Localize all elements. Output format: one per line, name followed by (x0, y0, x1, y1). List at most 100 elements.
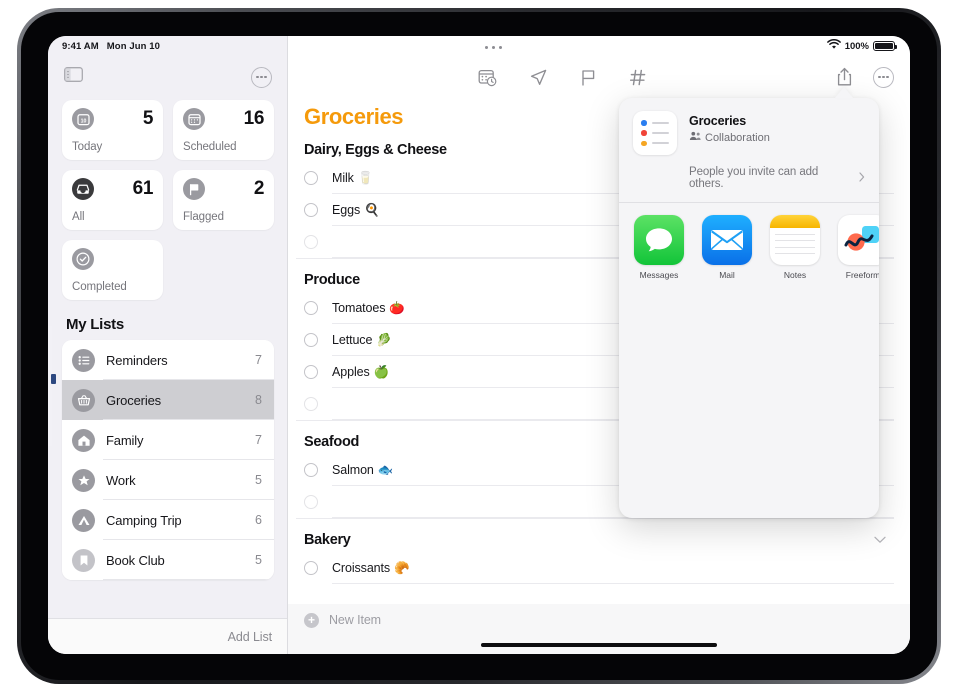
status-bar: 9:41 AM Mon Jun 10 100% (48, 36, 910, 56)
share-apps-row: Messages Mail Notes Freeform (619, 203, 879, 290)
section-header-label: Bakery (304, 532, 351, 548)
reminder-checkbox[interactable] (304, 495, 318, 509)
tent-icon (72, 508, 95, 532)
smart-lists-grid: 10 5 Today 16 Scheduled 61 All 2 Flagged Complete… (62, 100, 274, 300)
reminder-checkbox[interactable] (304, 235, 318, 249)
location-arrow-icon[interactable] (529, 68, 548, 87)
reminder-item-label: Eggs (332, 203, 361, 217)
reminder-item-emoji: 🥛 (357, 170, 374, 185)
hashtag-icon[interactable] (629, 68, 647, 87)
reminder-item-label: Salmon (332, 463, 374, 477)
list-bullet-icon (72, 348, 95, 372)
reminder-item-text-wrap: Tomatoes 🍅 (332, 301, 405, 316)
smart-list-count: 5 (142, 108, 154, 129)
sidebar-item-camping-trip[interactable]: Camping Trip 6 (62, 500, 274, 540)
flag-icon[interactable] (580, 68, 597, 87)
mail-app-icon (702, 215, 752, 265)
share-app-notes[interactable]: Notes (769, 215, 821, 280)
sidebar-item-family[interactable]: Family 7 (62, 420, 274, 460)
reminder-checkbox[interactable] (304, 333, 318, 347)
add-list-bar[interactable]: Add List (48, 618, 288, 654)
smart-list-today[interactable]: 10 5 Today (62, 100, 163, 160)
smart-list-label: Flagged (183, 211, 224, 223)
reminder-item-text-wrap: Croissants 🥐 (332, 561, 410, 576)
bookmark-icon (72, 548, 95, 572)
reminder-checkbox[interactable] (304, 203, 318, 217)
sidebar-item-book-club[interactable]: Book Club 5 (62, 540, 274, 580)
reminder-checkbox[interactable] (304, 301, 318, 315)
freeform-app-icon (838, 215, 879, 265)
wifi-icon (826, 38, 841, 53)
reminder-item[interactable]: Croissants 🥐 (296, 552, 894, 584)
home-indicator[interactable] (481, 643, 717, 647)
bezel-reflection (51, 374, 56, 384)
smart-list-label: All (72, 211, 85, 223)
reminder-checkbox[interactable] (304, 561, 318, 575)
status-date: Mon Jun 10 (106, 40, 161, 52)
reminder-checkbox[interactable] (304, 171, 318, 185)
sidebar-more-button[interactable] (251, 66, 272, 88)
people-icon (689, 131, 701, 144)
share-app-label: Notes (783, 270, 807, 280)
smart-list-all[interactable]: 61 All (62, 170, 163, 230)
smart-list-flagged[interactable]: 2 Flagged (173, 170, 274, 230)
invite-permission-row[interactable]: People you invite can add others. (619, 155, 879, 202)
reminder-checkbox[interactable] (304, 397, 318, 411)
smart-list-scheduled[interactable]: 16 Scheduled (173, 100, 274, 160)
my-lists-group: Reminders 7 Groceries 8 Family 7 Work 5 Camping … (62, 340, 274, 580)
ipad-device-frame: 9:41 AM Mon Jun 10 100% 10 5 Today 16 Sc… (17, 8, 941, 684)
reminder-item-text-wrap: Eggs 🍳 (332, 203, 380, 218)
sidebar-item-label: Groceries (106, 392, 161, 408)
status-bar-left: 9:41 AM Mon Jun 10 (48, 41, 160, 52)
smart-list-label: Today (72, 141, 103, 153)
calendar-clock-icon[interactable] (478, 68, 497, 87)
add-list-label: Add List (227, 629, 272, 644)
sidebar-toggle-icon[interactable] (64, 67, 83, 87)
reminders-list-thumbnail-icon (633, 111, 677, 155)
reminder-item-text-wrap: Salmon 🐟 (332, 463, 393, 478)
chevron-down-icon[interactable] (874, 532, 886, 548)
main-more-button[interactable] (873, 66, 894, 88)
share-icon[interactable] (836, 67, 853, 87)
reminder-item-label: Apples (332, 365, 370, 379)
smart-list-label: Scheduled (183, 141, 237, 153)
sidebar-item-work[interactable]: Work 5 (62, 460, 274, 500)
reminder-checkbox[interactable] (304, 365, 318, 379)
section-separator (296, 518, 894, 519)
status-bar-right: 100% (826, 38, 910, 53)
share-app-label: Messages (639, 270, 679, 280)
sidebar-item-label: Book Club (106, 552, 165, 568)
smart-list-completed[interactable]: Completed (62, 240, 163, 300)
section-gap (296, 518, 894, 532)
sidebar-item-label: Work (106, 472, 136, 488)
reminder-item-emoji: 🥬 (376, 332, 392, 347)
sidebar-item-count: 7 (255, 353, 262, 367)
svg-text:10: 10 (80, 118, 86, 124)
share-app-label: Freeform (845, 270, 879, 280)
battery-percent-label: 100% (844, 40, 869, 52)
status-bar-center (160, 43, 827, 50)
plus-circle-icon[interactable]: + (304, 612, 319, 628)
share-app-messages[interactable]: Messages (633, 215, 685, 280)
section-header-label: Produce (304, 272, 360, 288)
messages-app-icon (634, 215, 684, 265)
new-item-bar[interactable]: + New Item (288, 604, 910, 636)
share-app-mail[interactable]: Mail (701, 215, 753, 280)
invite-permission-label: People you invite can add others. (689, 166, 819, 190)
reminder-item-emoji: 🍏 (373, 364, 390, 379)
reminder-item-label: Milk (332, 171, 354, 185)
share-popover: Groceries Collaboration People you invit… (619, 98, 879, 518)
sidebar-item-groceries[interactable]: Groceries 8 (62, 380, 274, 420)
flag-icon (183, 178, 205, 200)
reminder-item-text-wrap: Lettuce 🥬 (332, 333, 392, 348)
reminder-item-text-wrap: Apples 🍏 (332, 365, 389, 380)
popover-subtitle-row: Collaboration (689, 131, 770, 144)
reminder-checkbox[interactable] (304, 463, 318, 477)
popover-header-text: Groceries Collaboration (689, 111, 770, 144)
my-lists-header: My Lists (66, 316, 125, 333)
sidebar-item-count: 5 (255, 553, 262, 567)
share-app-freeform[interactable]: Freeform (837, 215, 879, 280)
multitasking-handle-icon[interactable] (484, 45, 503, 50)
popover-title: Groceries (689, 114, 747, 128)
sidebar-item-reminders[interactable]: Reminders 7 (62, 340, 274, 380)
